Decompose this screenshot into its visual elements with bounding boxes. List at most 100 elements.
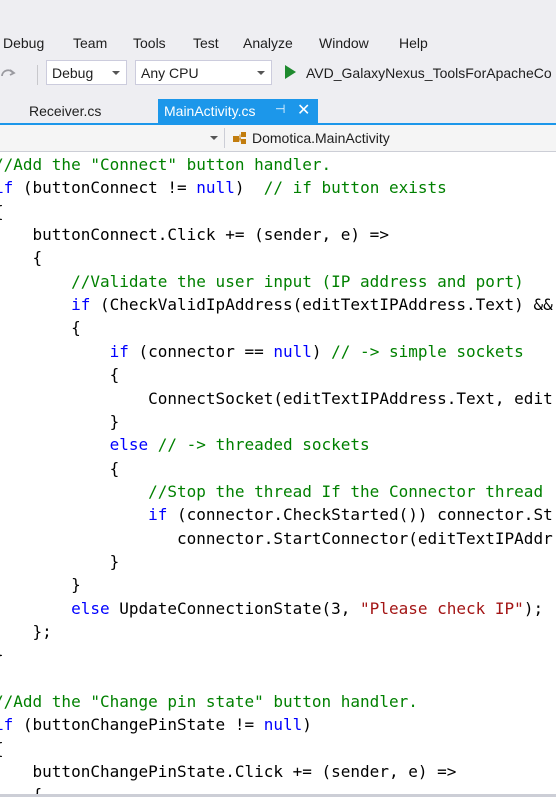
code-line: { xyxy=(0,246,43,269)
start-debugging-icon[interactable] xyxy=(285,65,296,79)
configuration-value: Debug xyxy=(52,65,94,81)
code-text: { xyxy=(0,739,4,758)
code-line: { xyxy=(0,316,81,339)
class-navigation-dropdown[interactable]: Domotica.MainActivity xyxy=(252,130,390,146)
code-text: } xyxy=(0,551,120,571)
code-text: (connector == xyxy=(128,341,274,361)
code-keyword: else xyxy=(71,598,110,618)
menu-debug[interactable]: Debug xyxy=(3,35,44,51)
code-comment: //Validate the user input (IP address an… xyxy=(71,271,524,291)
chevron-down-icon xyxy=(112,71,120,75)
code-text: (buttonChangePinState != xyxy=(13,715,264,735)
code-line: //Stop the thread If the Connector threa… xyxy=(0,480,543,503)
code-line: else // -> threaded sockets xyxy=(0,433,370,456)
code-keyword: if xyxy=(148,505,168,525)
code-text: ) xyxy=(311,341,332,361)
code-keyword: null xyxy=(273,341,312,361)
code-text: UpdateConnectionState(3, xyxy=(109,598,361,618)
code-line: { xyxy=(0,457,120,480)
code-text: { xyxy=(0,458,120,478)
code-text: }; xyxy=(32,622,52,641)
code-comment: // -> simple sockets xyxy=(331,341,524,361)
code-line: buttonChangePinState.Click += (sender, e… xyxy=(0,760,457,783)
tab-receiver[interactable]: Receiver.cs xyxy=(29,99,101,124)
class-icon xyxy=(233,132,246,144)
code-keyword: if xyxy=(109,341,129,361)
code-line: { xyxy=(0,737,4,760)
document-tabs: Receiver.cs MainActivity.cs ⊣ ✕ xyxy=(0,99,556,124)
code-text: { xyxy=(32,248,43,268)
code-line: //Add the "Change pin state" button hand… xyxy=(0,690,418,713)
code-editor[interactable]: //Add the "Connect" button handler. if (b… xyxy=(0,152,556,794)
code-line: //Validate the user input (IP address an… xyxy=(0,270,524,293)
code-line: if (connector.CheckStarted()) connector.… xyxy=(0,503,553,526)
code-keyword: null xyxy=(196,178,235,198)
code-keyword: null xyxy=(263,715,303,735)
code-line: //Add the "Connect" button handler. xyxy=(0,153,331,176)
redo-icon[interactable] xyxy=(0,64,18,84)
menu-team[interactable]: Team xyxy=(73,35,107,51)
code-keyword: if xyxy=(71,295,91,315)
menu-window[interactable]: Window xyxy=(319,35,369,51)
code-line: } xyxy=(0,573,81,596)
code-keyword: if xyxy=(0,715,14,735)
close-icon[interactable]: ✕ xyxy=(297,100,310,120)
code-line: { xyxy=(0,363,120,386)
code-text: } xyxy=(0,575,81,595)
run-target-button[interactable]: AVD_GalaxyNexus_ToolsForApacheCo xyxy=(306,65,552,81)
code-text: { xyxy=(0,318,81,338)
code-line: if (CheckValidIpAddress(editTextIPAddres… xyxy=(0,293,553,316)
code-comment: // -> threaded sockets xyxy=(157,435,370,455)
code-line: } xyxy=(0,410,120,433)
chevron-down-icon[interactable] xyxy=(210,136,218,140)
code-text: { xyxy=(0,202,4,221)
code-text: buttonConnect.Click += (sender, e) => xyxy=(0,225,389,245)
navigation-bar: Domotica.MainActivity xyxy=(0,125,556,152)
code-line: } xyxy=(0,550,120,573)
code-text: (buttonConnect != xyxy=(13,178,197,198)
code-text: ) xyxy=(234,178,264,198)
pin-icon[interactable]: ⊣ xyxy=(275,102,285,116)
menu-tools[interactable]: Tools xyxy=(133,35,166,51)
menu-analyze[interactable]: Analyze xyxy=(243,35,293,51)
code-line: if (buttonChangePinState != null) xyxy=(0,713,312,736)
code-line: buttonConnect.Click += (sender, e) => xyxy=(0,223,389,246)
code-line: if (buttonConnect != null) // if button … xyxy=(0,176,447,199)
code-line: connector.StartConnector(editTextIPAddr xyxy=(0,527,553,550)
code-comment: //Stop the thread If the Connector threa… xyxy=(148,481,544,501)
platform-dropdown[interactable]: Any CPU xyxy=(135,60,272,85)
platform-value: Any CPU xyxy=(141,65,199,81)
code-text: } xyxy=(0,411,120,431)
menu-help[interactable]: Help xyxy=(399,35,428,51)
code-keyword: if xyxy=(0,178,14,198)
menu-bar: Debug Team Tools Test Analyze Window Hel… xyxy=(0,29,556,59)
navbar-separator xyxy=(224,128,225,148)
toolbar-separator xyxy=(37,65,38,85)
code-comment: //Add the "Change pin state" button hand… xyxy=(0,692,418,712)
code-line: } xyxy=(0,643,4,666)
code-comment: // if button exists xyxy=(263,178,447,198)
code-text: (connector.CheckStarted()) connector.St xyxy=(167,505,553,525)
code-text: (CheckValidIpAddress(editTextIPAddress.T… xyxy=(90,295,553,315)
chevron-down-icon xyxy=(257,71,265,75)
tab-label: MainActivity.cs xyxy=(164,103,256,119)
code-line: if (connector == null) // -> simple sock… xyxy=(0,340,524,363)
code-text: } xyxy=(0,645,4,664)
code-string: "Please check IP" xyxy=(360,598,524,618)
tab-mainactivity[interactable]: MainActivity.cs ⊣ ✕ xyxy=(158,99,318,124)
code-line: { xyxy=(0,783,43,794)
code-line: else UpdateConnectionState(3, "Please ch… xyxy=(0,597,543,620)
menu-test[interactable]: Test xyxy=(193,35,219,51)
configuration-dropdown[interactable]: Debug xyxy=(46,60,127,85)
code-line: { xyxy=(0,200,4,223)
code-line: }; xyxy=(0,620,52,643)
code-text: buttonChangePinState.Click += (sender, e… xyxy=(0,762,457,782)
code-comment: //Add the "Connect" button handler. xyxy=(0,155,332,174)
